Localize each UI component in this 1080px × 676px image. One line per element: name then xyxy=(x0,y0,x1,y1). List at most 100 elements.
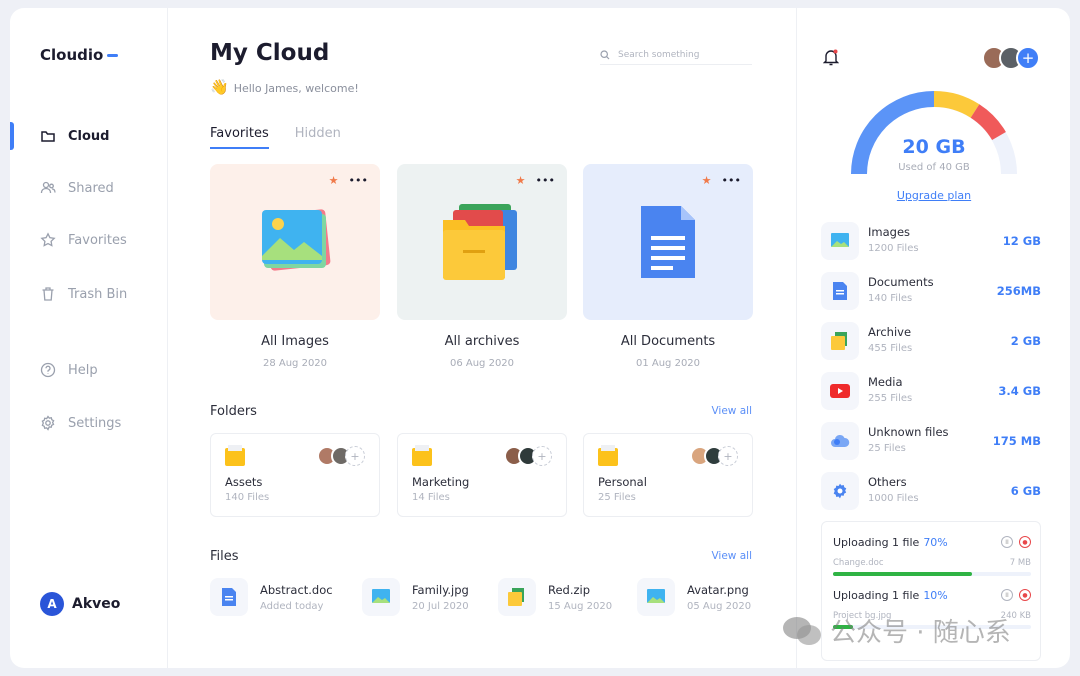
main-content: My Cloud 👋 Hello James, welcome! Search s… xyxy=(168,8,796,668)
wechat-icon xyxy=(783,616,821,645)
favorite-label: All Images xyxy=(261,334,329,349)
star-icon[interactable]: ★ xyxy=(516,174,526,187)
category-images[interactable]: Images 1200 Files 12 GB xyxy=(821,222,1041,260)
logo[interactable]: Cloudio xyxy=(40,46,119,64)
sidebar-item-settings[interactable]: Settings xyxy=(40,415,121,431)
category-size: 256MB xyxy=(996,284,1041,298)
category-count: 1000 Files xyxy=(868,493,919,504)
page-title: My Cloud xyxy=(210,40,330,66)
add-member-button[interactable]: + xyxy=(345,446,365,466)
category-size: 6 GB xyxy=(1010,484,1041,498)
document-icon xyxy=(641,206,695,278)
file-name: Red.zip xyxy=(548,582,591,597)
category-count: 140 Files xyxy=(868,293,913,304)
collaborators: + xyxy=(982,46,1040,70)
gauge-segment-red xyxy=(970,104,1006,141)
upgrade-plan-link[interactable]: Upgrade plan xyxy=(797,189,1070,202)
upload-file-name: Change.doc xyxy=(833,558,884,568)
users-icon xyxy=(40,181,56,194)
category-name: Images xyxy=(868,225,911,239)
sidebar-item-shared[interactable]: Shared xyxy=(40,180,114,196)
more-icon[interactable]: ••• xyxy=(722,174,741,187)
sidebar-item-label: Favorites xyxy=(68,232,127,248)
sidebar: Cloudio Cloud Shared Favorites Trash Bin… xyxy=(10,8,168,668)
category-size: 175 MB xyxy=(992,434,1041,448)
favorite-date: 06 Aug 2020 xyxy=(449,358,515,369)
favorite-date: 28 Aug 2020 xyxy=(262,358,328,369)
folder-count: 25 Files xyxy=(598,492,636,503)
help-icon xyxy=(40,362,56,378)
document-icon xyxy=(210,578,248,616)
gear-icon xyxy=(821,472,859,510)
file-item[interactable]: Abstract.doc Added today xyxy=(210,578,333,616)
sidebar-item-label: Settings xyxy=(68,415,122,431)
file-item[interactable]: Avatar.png 05 Aug 2020 xyxy=(637,578,751,616)
file-name: Abstract.doc xyxy=(260,582,333,597)
search-input[interactable]: Search something xyxy=(600,50,752,65)
file-item[interactable]: Red.zip 15 Aug 2020 xyxy=(498,578,612,616)
folder-name: Assets xyxy=(225,475,263,489)
file-item[interactable]: Family.jpg 20 Jul 2020 xyxy=(362,578,469,616)
category-name: Archive xyxy=(868,325,912,339)
sidebar-item-label: Cloud xyxy=(68,128,110,144)
folder-card-personal[interactable]: + Personal 25 Files xyxy=(583,433,753,517)
category-count: 25 Files xyxy=(868,443,906,454)
folder-name: Personal xyxy=(598,475,647,489)
add-member-button[interactable]: + xyxy=(718,446,738,466)
favorite-card-archives[interactable]: ★ ••• xyxy=(397,164,567,320)
upload-progress-fill xyxy=(833,572,972,576)
pause-icon[interactable]: II xyxy=(1001,589,1013,601)
category-name: Documents xyxy=(868,275,934,289)
file-name: Family.jpg xyxy=(412,582,469,597)
add-member-button[interactable]: + xyxy=(532,446,552,466)
more-icon[interactable]: ••• xyxy=(349,174,368,187)
bell-icon[interactable] xyxy=(823,48,839,66)
category-size: 2 GB xyxy=(1010,334,1041,348)
folder-count: 14 Files xyxy=(412,492,450,503)
folder-card-marketing[interactable]: + Marketing 14 Files xyxy=(397,433,567,517)
tab-favorites[interactable]: Favorites xyxy=(210,126,269,149)
category-size: 12 GB xyxy=(1002,234,1041,248)
category-count: 1200 Files xyxy=(868,243,919,254)
files-view-all-link[interactable]: View all xyxy=(711,550,752,562)
folder-card-assets[interactable]: + Assets 140 Files xyxy=(210,433,380,517)
category-others[interactable]: Others 1000 Files 6 GB xyxy=(821,472,1041,510)
wave-icon: 👋 xyxy=(210,78,229,96)
tab-hidden[interactable]: Hidden xyxy=(295,126,341,149)
folder-icon xyxy=(412,445,432,466)
upload-file-size: 7 MB xyxy=(1009,558,1031,568)
favorite-card-images[interactable]: ★ ••• xyxy=(210,164,380,320)
cancel-icon[interactable]: ● xyxy=(1019,589,1031,601)
category-unknown-files[interactable]: Unknown files 25 Files 175 MB xyxy=(821,422,1041,460)
star-icon[interactable]: ★ xyxy=(329,174,339,187)
add-collaborator-button[interactable]: + xyxy=(1016,46,1040,70)
upload-title: Uploading 1 file xyxy=(833,589,920,602)
sidebar-item-help[interactable]: Help xyxy=(40,362,98,378)
sidebar-item-trash-bin[interactable]: Trash Bin xyxy=(40,286,127,302)
sidebar-item-label: Trash Bin xyxy=(68,286,128,302)
gear-icon xyxy=(41,415,55,431)
sidebar-item-favorites[interactable]: Favorites xyxy=(40,232,127,248)
file-name: Avatar.png xyxy=(687,582,749,597)
favorite-label: All Documents xyxy=(620,334,716,349)
folder-icon xyxy=(225,445,245,466)
brand-logo: A xyxy=(40,592,64,616)
document-icon xyxy=(821,272,859,310)
sidebar-item-cloud[interactable]: Cloud xyxy=(40,128,110,144)
file-date: 20 Jul 2020 xyxy=(412,600,469,612)
upload-percent: 70% xyxy=(923,536,948,549)
greeting: 👋 Hello James, welcome! xyxy=(210,78,359,96)
storage-used-value: 20 GB xyxy=(902,136,966,158)
folder-icon xyxy=(41,131,55,142)
more-icon[interactable]: ••• xyxy=(536,174,555,187)
folders-view-all-link[interactable]: View all xyxy=(711,405,752,417)
category-archive[interactable]: Archive 455 Files 2 GB xyxy=(821,322,1041,360)
category-documents[interactable]: Documents 140 Files 256MB xyxy=(821,272,1041,310)
category-media[interactable]: Media 255 Files 3.4 GB xyxy=(821,372,1041,410)
star-icon[interactable]: ★ xyxy=(702,174,712,187)
folder-name: Marketing xyxy=(412,475,470,489)
cancel-icon[interactable]: ● xyxy=(1019,536,1031,548)
pause-icon[interactable]: II xyxy=(1001,536,1013,548)
favorite-card-documents[interactable]: ★ ••• xyxy=(583,164,753,320)
folder-count: 140 Files xyxy=(225,492,270,503)
